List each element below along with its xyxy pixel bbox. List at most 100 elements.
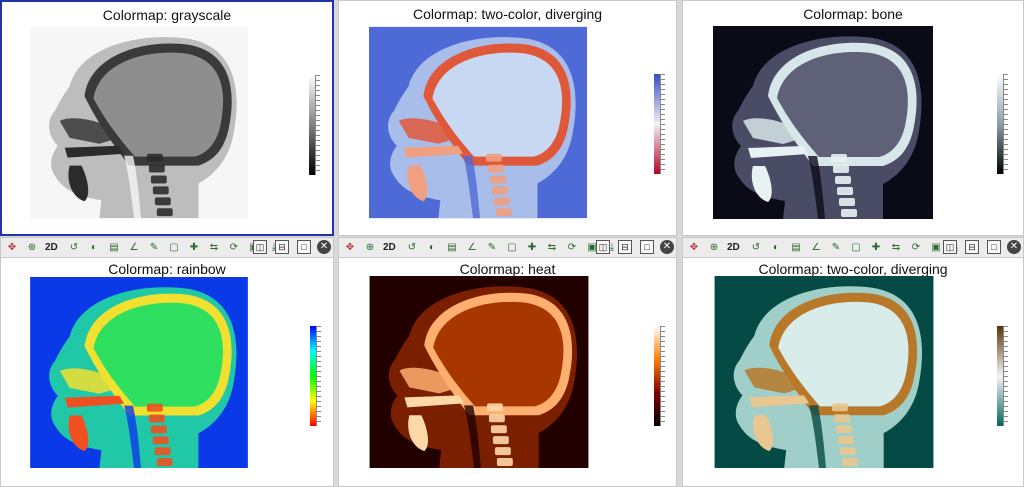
ct-sagittal-image[interactable] xyxy=(713,26,933,219)
ruler-icon[interactable]: ▤ xyxy=(445,241,459,255)
single-view-icon[interactable]: □ xyxy=(297,240,311,254)
roi-icon[interactable]: ▢ xyxy=(505,241,519,255)
crosshair-icon[interactable]: ✚ xyxy=(869,241,883,255)
mode-2d-label[interactable]: 2D xyxy=(45,241,58,255)
probe-icon[interactable]: ✎ xyxy=(829,241,843,255)
vertebra xyxy=(489,175,506,184)
split-vertical-icon[interactable]: ◫ xyxy=(596,240,610,254)
vertebra xyxy=(496,458,513,467)
split-horizontal-icon[interactable]: ⊟ xyxy=(275,240,289,254)
single-view-icon[interactable]: □ xyxy=(640,240,654,254)
viewport-title: Colormap: grayscale xyxy=(102,7,232,23)
viewport-title: Colormap: rainbow xyxy=(108,261,226,277)
vertebra xyxy=(154,197,171,206)
vertebra xyxy=(490,425,507,434)
vertebra xyxy=(839,198,855,206)
colorbar-axis xyxy=(1003,326,1008,426)
ruler-icon[interactable]: ▤ xyxy=(107,241,121,255)
vertebra xyxy=(486,403,503,412)
reset-view-icon[interactable]: ↺ xyxy=(67,241,81,255)
window-level-icon[interactable]: ◐ xyxy=(87,241,101,255)
viewport-toolbar: ✥⊕2D↺◐▤∠✎▢✚⇆⟳▣⤓◫⊟□✕ xyxy=(1,238,333,258)
split-horizontal-icon[interactable]: ⊟ xyxy=(965,240,979,254)
vertebra xyxy=(492,436,509,445)
colorbar-axis xyxy=(315,75,320,175)
colorbar-axis xyxy=(316,326,321,426)
ct-sagittal-image[interactable] xyxy=(713,276,935,468)
roi-icon[interactable]: ▢ xyxy=(849,241,863,255)
reset-view-icon[interactable]: ↺ xyxy=(405,241,419,255)
viewport-toolbar: ✥⊕2D↺◐▤∠✎▢✚⇆⟳▣⤓◫⊟□✕ xyxy=(683,238,1023,258)
crosshair-icon[interactable]: ✚ xyxy=(525,241,539,255)
viewport-title: Colormap: two-color, diverging xyxy=(758,261,948,277)
vertebra xyxy=(837,187,853,195)
split-vertical-icon[interactable]: ◫ xyxy=(253,240,267,254)
vertebra xyxy=(150,175,167,184)
viewport-rainbow[interactable]: Colormap: rainbow ✥⊕2D↺◐▤∠✎▢✚⇆⟳▣⤓◫⊟□✕ xyxy=(0,237,334,487)
window-level-icon[interactable]: ◐ xyxy=(425,241,439,255)
ct-sagittal-image[interactable] xyxy=(369,276,589,468)
vertebra xyxy=(154,447,171,456)
viewport-two-color-diverging-2[interactable]: Colormap: two-color, diverging ✥ ⊕ 2D ↺ ◐ ▤ ∠ ✎… xyxy=(682,237,1024,487)
vertebra xyxy=(156,458,173,467)
pan-icon[interactable]: ✥ xyxy=(687,241,701,255)
vertebra xyxy=(487,164,504,173)
angle-icon[interactable]: ∠ xyxy=(809,241,823,255)
window-level-icon[interactable]: ◐ xyxy=(769,241,783,255)
vertebra xyxy=(493,197,510,206)
viewport-bone[interactable]: Colormap: bone xyxy=(682,0,1024,236)
vertebra xyxy=(491,186,508,195)
vertebra xyxy=(495,208,512,217)
zoom-icon[interactable]: ⊕ xyxy=(707,241,721,255)
vertebra xyxy=(494,447,511,456)
snapshot-icon[interactable]: ▣ xyxy=(929,241,943,255)
pan-icon[interactable]: ✥ xyxy=(343,241,357,255)
flip-icon[interactable]: ⇆ xyxy=(545,241,559,255)
vertebra xyxy=(156,208,173,217)
rotate-icon[interactable]: ⟳ xyxy=(565,241,579,255)
close-icon[interactable]: ✕ xyxy=(317,240,331,254)
roi-icon[interactable]: ▢ xyxy=(167,241,181,255)
rotate-icon[interactable]: ⟳ xyxy=(909,241,923,255)
single-view-icon[interactable]: □ xyxy=(987,240,1001,254)
viewport-grayscale[interactable]: Colormap: grayscale xyxy=(0,0,334,236)
probe-icon[interactable]: ✎ xyxy=(147,241,161,255)
crosshair-icon[interactable]: ✚ xyxy=(187,241,201,255)
probe-icon[interactable]: ✎ xyxy=(485,241,499,255)
vertebra xyxy=(831,403,848,412)
viewport-title: Colormap: bone xyxy=(803,6,903,22)
reset-view-icon[interactable]: ↺ xyxy=(749,241,763,255)
vertebra xyxy=(841,458,858,467)
close-icon[interactable]: ✕ xyxy=(660,240,674,254)
pan-icon[interactable]: ✥ xyxy=(5,241,19,255)
close-icon[interactable]: ✕ xyxy=(1007,240,1021,254)
vertebra xyxy=(831,154,847,162)
split-vertical-icon[interactable]: ◫ xyxy=(943,240,957,254)
ruler-icon[interactable]: ▤ xyxy=(789,241,803,255)
flip-icon[interactable]: ⇆ xyxy=(889,241,903,255)
rotate-icon[interactable]: ⟳ xyxy=(227,241,241,255)
split-horizontal-icon[interactable]: ⊟ xyxy=(618,240,632,254)
ct-sagittal-image[interactable] xyxy=(369,26,587,219)
viewport-toolbar: ✥⊕2D↺◐▤∠✎▢✚⇆⟳▣⤓◫⊟□✕ xyxy=(339,238,676,258)
colorbar-axis xyxy=(1003,74,1008,174)
mode-2d-label[interactable]: 2D xyxy=(383,241,396,255)
vertebra xyxy=(152,436,169,445)
zoom-icon[interactable]: ⊕ xyxy=(363,241,377,255)
ct-sagittal-image[interactable] xyxy=(29,277,249,468)
mode-2d-label[interactable]: 2D xyxy=(727,241,740,255)
viewport-title: Colormap: two-color, diverging xyxy=(412,6,603,22)
viewport-title: Colormap: heat xyxy=(459,261,556,277)
vertebra xyxy=(837,436,854,445)
vertebra xyxy=(835,425,852,434)
ct-sagittal-image[interactable] xyxy=(30,26,248,219)
viewport-heat[interactable]: Colormap: heat ✥ ⊕ 2D ↺ ◐ ▤ ∠ ✎ ▢ ✚ ⇆ ⟳ ▣ ⤓ ◫ ⊟ □ ✕ xyxy=(338,237,677,487)
flip-icon[interactable]: ⇆ xyxy=(207,241,221,255)
viewport-two-color-diverging-1[interactable]: Colormap: two-color, diverging xyxy=(338,0,677,236)
angle-icon[interactable]: ∠ xyxy=(127,241,141,255)
zoom-icon[interactable]: ⊕ xyxy=(25,241,39,255)
vertebra xyxy=(488,414,505,423)
angle-icon[interactable]: ∠ xyxy=(465,241,479,255)
colorbar-axis xyxy=(660,74,665,174)
viewer-grid: Colormap: grayscale Colormap: two-color,… xyxy=(0,0,1024,487)
